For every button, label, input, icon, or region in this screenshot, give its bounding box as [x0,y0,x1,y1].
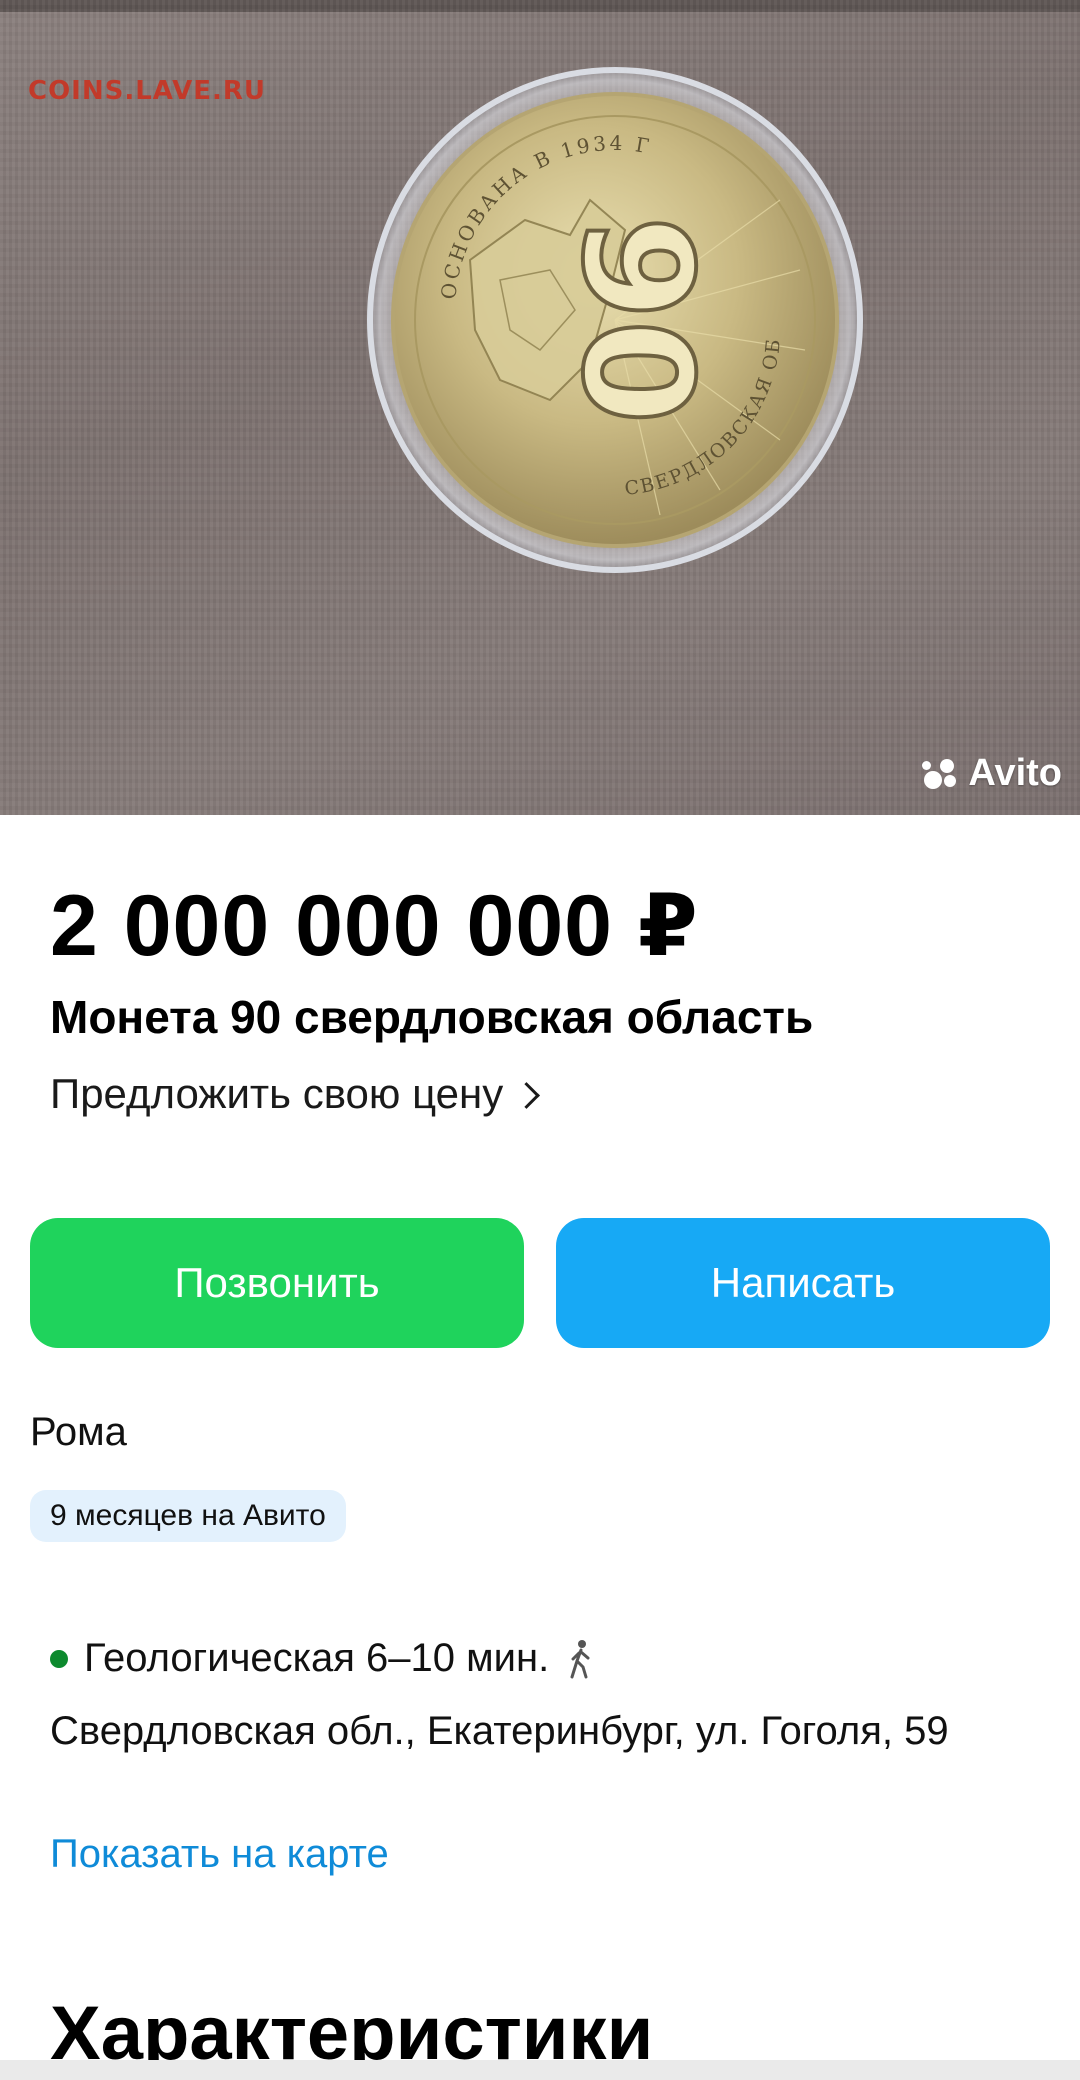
chevron-right-icon [513,1081,541,1109]
photo-watermark: COINS.LAVE.RU [28,76,267,106]
offer-price-label: Предложить свою цену [50,1070,504,1117]
avito-watermark: Avito [922,752,1062,795]
listing-address: Свердловская обл., Екатеринбург, ул. Гог… [50,1709,949,1753]
listing-price: 2 000 000 000 ₽ [50,878,699,974]
metro-dot-icon [50,1649,68,1668]
walking-person-icon [570,1639,590,1678]
seller-tenure-badge: 9 месяцев на Авито [30,1490,346,1542]
avito-brand-text: Avito [968,752,1062,794]
bottom-system-bar [0,2060,1080,2080]
metro-station-text: Геологическая 6–10 мин. [84,1636,550,1680]
listing-title: Монета 90 свердловская область [50,991,814,1043]
write-button[interactable]: Написать [556,1218,1050,1348]
listing-photo[interactable]: COINS.LAVE.RU 90 ОСНОВАНА В 1934 Г СВЕРД… [0,0,1080,815]
svg-text:90: 90 [549,216,723,425]
avito-logo-icon [922,757,962,791]
coin-image: 90 ОСНОВАНА В 1934 Г СВЕРДЛОВСКАЯ ОБЛАСТ… [360,60,863,573]
seller-name[interactable]: Рома [30,1410,127,1455]
call-button[interactable]: Позвонить [30,1218,524,1348]
show-on-map-link[interactable]: Показать на карте [50,1832,389,1877]
metro-station: Геологическая 6–10 мин. [50,1636,595,1681]
offer-price-link[interactable]: Предложить свою цену [50,1070,541,1118]
